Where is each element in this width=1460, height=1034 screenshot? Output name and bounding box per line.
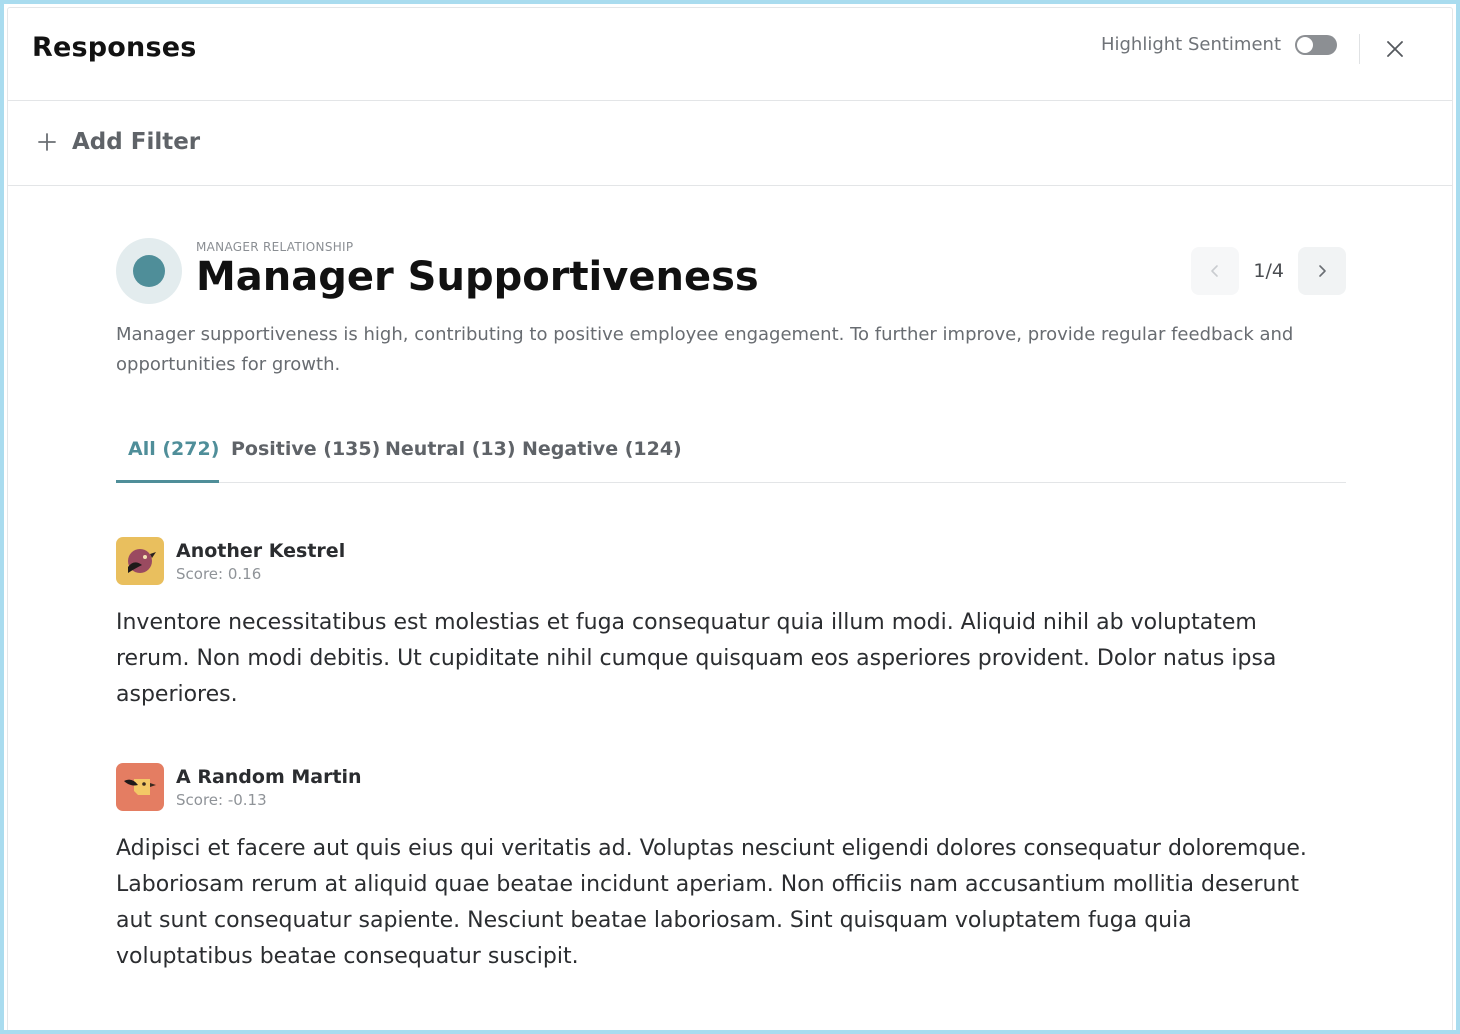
header-divider: [1359, 34, 1360, 64]
sentiment-tabs: All (272) Positive (135) Neutral (13) Ne…: [116, 426, 1346, 483]
topic-detail: MANAGER RELATIONSHIP Manager Supportiven…: [116, 236, 1346, 975]
topic-category: MANAGER RELATIONSHIP: [196, 240, 354, 254]
active-tab-indicator: [116, 480, 219, 483]
bird-avatar-icon: [124, 779, 156, 795]
toggle-knob: [1297, 36, 1313, 53]
tab-all[interactable]: All (272): [128, 438, 219, 460]
topic-pager: 1/4: [1191, 247, 1346, 295]
response-score: Score: 0.16: [176, 565, 262, 583]
filter-bar: Add Filter: [8, 101, 1452, 186]
avatar: [116, 763, 164, 811]
response-text: Adipisci et facere aut quis eius qui ver…: [116, 836, 1307, 969]
panel-header: Responses Highlight Sentiment: [8, 8, 1452, 101]
add-filter-label: Add Filter: [72, 129, 201, 155]
response-item: A Random Martin Score: -0.13 Adipisci et…: [116, 763, 1346, 975]
add-filter-button[interactable]: Add Filter: [36, 129, 200, 155]
panel-body: Responses Highlight Sentiment Add Filter: [7, 7, 1453, 1030]
tab-neutral[interactable]: Neutral (13): [385, 438, 516, 460]
pager-count: 1/4: [1253, 260, 1284, 282]
response-header: A Random Martin Score: -0.13: [116, 763, 1346, 811]
close-button[interactable]: [1382, 36, 1408, 62]
close-icon: [1387, 41, 1403, 57]
plus-icon: [38, 133, 56, 151]
highlight-sentiment-control: Highlight Sentiment: [1101, 34, 1337, 55]
response-item: Another Kestrel Score: 0.16 Inventore ne…: [116, 537, 1346, 713]
response-author: Another Kestrel: [176, 540, 346, 562]
topic-title: Manager Supportiveness: [196, 254, 759, 300]
topic-description: Manager supportiveness is high, contribu…: [116, 324, 1294, 375]
tab-negative[interactable]: Negative (124): [522, 438, 682, 460]
chevron-left-icon: [1211, 265, 1219, 277]
response-author: A Random Martin: [176, 766, 362, 788]
chevron-right-icon: [1319, 265, 1326, 277]
response-header: Another Kestrel Score: 0.16: [116, 537, 1346, 585]
highlight-sentiment-label: Highlight Sentiment: [1100, 34, 1281, 55]
panel-title: Responses: [32, 32, 197, 63]
tab-positive[interactable]: Positive (135): [231, 438, 380, 460]
previous-topic-button[interactable]: [1191, 247, 1240, 295]
responses-panel: Responses Highlight Sentiment Add Filter: [0, 0, 1460, 1034]
topic-badge: [116, 238, 182, 304]
response-score: Score: -0.13: [176, 791, 267, 809]
response-text: Inventore necessitatibus est molestias e…: [116, 610, 1277, 707]
bird-avatar-icon: [128, 549, 156, 573]
topic-header: MANAGER RELATIONSHIP Manager Supportiven…: [116, 236, 1346, 308]
topic-badge-dot: [133, 255, 165, 287]
next-topic-button[interactable]: [1298, 247, 1346, 295]
highlight-sentiment-toggle[interactable]: [1295, 34, 1337, 55]
avatar: [116, 537, 164, 585]
